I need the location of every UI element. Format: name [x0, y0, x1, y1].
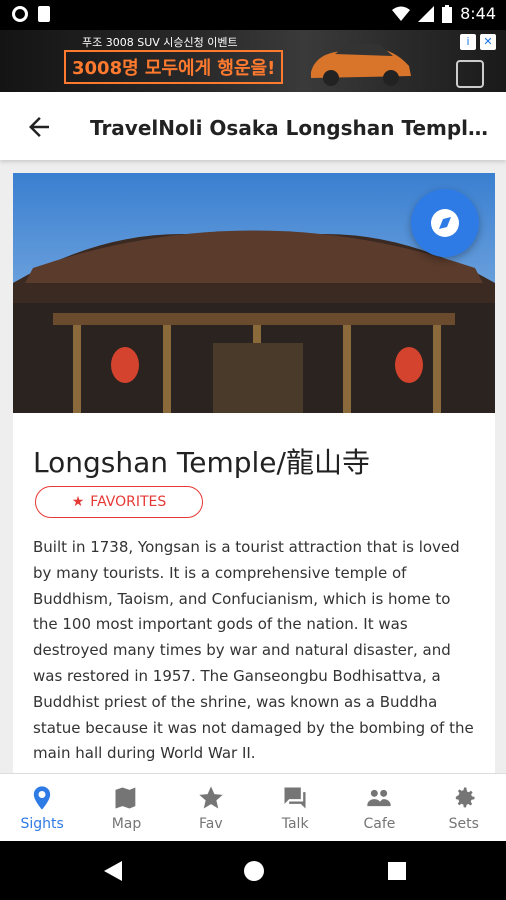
- app-bar: TravelNoli Osaka Longshan Temple/龍山寺: [0, 92, 506, 160]
- bottom-nav: Sights Map Fav Talk Cafe Sets: [0, 773, 506, 842]
- ad-close-icon[interactable]: ✕: [480, 34, 496, 50]
- ad-top-text: 푸조 3008 SUV 시승신청 이벤트: [82, 36, 238, 49]
- car-image: [311, 44, 411, 86]
- recents-square-icon[interactable]: [386, 860, 408, 882]
- star-icon: [199, 786, 223, 809]
- wifi-icon: [392, 6, 411, 21]
- navigate-fab-button[interactable]: [411, 189, 479, 257]
- ad-banner[interactable]: 푸조 3008 SUV 시승신청 이벤트 3008명 모두에게 행운을! i ✕: [0, 30, 506, 92]
- nav-label: Map: [111, 816, 142, 832]
- location-pin-icon: [33, 786, 51, 810]
- nav-talk[interactable]: Talk: [253, 774, 337, 842]
- nav-label: Cafe: [363, 816, 396, 832]
- nav-map[interactable]: Map: [84, 774, 168, 842]
- nav-cafe[interactable]: Cafe: [337, 774, 421, 842]
- home-circle-icon[interactable]: [242, 859, 266, 883]
- peugeot-logo-icon: [456, 60, 484, 88]
- chat-icon: [284, 787, 306, 809]
- gear-icon: [455, 787, 475, 808]
- nav-label: Sets: [448, 816, 479, 832]
- sd-card-icon: [38, 6, 50, 22]
- ad-main-text: 3008명 모두에게 행운을!: [64, 50, 284, 84]
- people-icon: [367, 789, 392, 807]
- notification-circle-icon: [12, 6, 28, 22]
- nav-label: Sights: [20, 816, 64, 832]
- back-arrow-icon[interactable]: [24, 112, 54, 142]
- nav-label: Talk: [281, 816, 309, 832]
- favorites-label: FAVORITES: [90, 494, 167, 510]
- place-card: Longshan Temple/龍山寺 ★ FAVORITES Built in…: [13, 173, 495, 773]
- nav-sights[interactable]: Sights: [0, 774, 84, 842]
- back-triangle-icon[interactable]: [102, 859, 124, 883]
- favorites-button[interactable]: ★ FAVORITES: [35, 486, 203, 518]
- status-bar: 8:44: [0, 0, 506, 30]
- place-description: Built in 1738, Yongsan is a tourist attr…: [33, 538, 474, 763]
- map-icon: [115, 787, 136, 809]
- signal-icon: [418, 5, 435, 22]
- place-title: Longshan Temple/龍山寺: [33, 446, 370, 479]
- system-nav-bar: [0, 841, 506, 900]
- battery-icon: [442, 4, 453, 23]
- page-title: TravelNoli Osaka Longshan Temple/龍山寺: [90, 116, 490, 140]
- clock: 8:44: [460, 4, 496, 23]
- nav-fav[interactable]: Fav: [169, 774, 253, 842]
- star-icon: ★: [71, 494, 85, 510]
- nav-sets[interactable]: Sets: [422, 774, 506, 842]
- compass-icon: [431, 209, 459, 237]
- nav-label: Fav: [199, 816, 223, 832]
- ad-choices-icon[interactable]: i: [460, 34, 476, 50]
